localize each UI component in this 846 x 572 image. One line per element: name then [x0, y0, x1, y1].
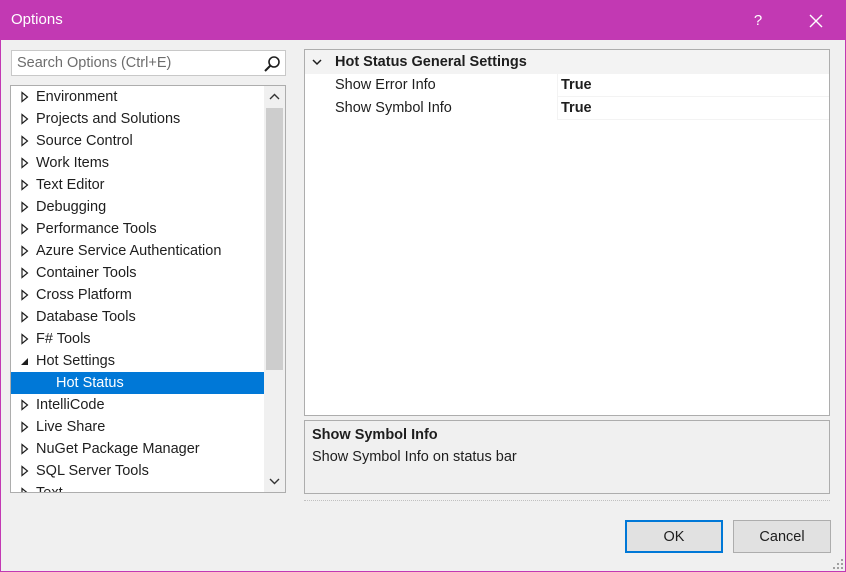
property-row-show-error-info[interactable]: Show Error Info True: [305, 74, 829, 97]
tree-item-label: Hot Settings: [36, 353, 115, 369]
tree-item-hot-status[interactable]: Hot Status: [11, 372, 264, 394]
collapsed-arrow-icon[interactable]: [19, 245, 31, 257]
property-value[interactable]: True: [557, 97, 592, 120]
collapsed-arrow-icon[interactable]: [19, 267, 31, 279]
collapsed-arrow-icon[interactable]: [19, 91, 31, 103]
tree-item-debugging[interactable]: Debugging: [11, 196, 264, 218]
tree-item-label: F# Tools: [36, 331, 91, 347]
tree-item-label: Source Control: [36, 133, 133, 149]
tree-item-label: Hot Status: [56, 375, 124, 391]
close-icon: [809, 14, 823, 27]
collapsed-arrow-icon[interactable]: [19, 179, 31, 191]
collapsed-arrow-icon[interactable]: [19, 157, 31, 169]
tree-item-label: Performance Tools: [36, 221, 157, 237]
tree-item-text[interactable]: Text: [11, 482, 264, 492]
property-name: Show Symbol Info: [305, 97, 557, 120]
divider: [304, 500, 830, 501]
description-title: Show Symbol Info: [312, 427, 438, 443]
tree-item-label: Environment: [36, 89, 118, 105]
tree-item-azure-service-authentication[interactable]: Azure Service Authentication: [11, 240, 264, 262]
tree-item-label: Text Editor: [36, 177, 105, 193]
collapsed-arrow-icon[interactable]: [19, 487, 31, 492]
collapsed-arrow-icon[interactable]: [19, 223, 31, 235]
tree-item-hot-settings[interactable]: Hot Settings: [11, 350, 264, 372]
tree-item-label: IntelliCode: [36, 397, 105, 413]
tree-item-sql-server-tools[interactable]: SQL Server Tools: [11, 460, 264, 482]
tree-item-nuget-package-manager[interactable]: NuGet Package Manager: [11, 438, 264, 460]
tree-item-live-share[interactable]: Live Share: [11, 416, 264, 438]
tree-item-label: Work Items: [36, 155, 110, 171]
expanded-arrow-icon[interactable]: [19, 355, 31, 367]
tree-item-cross-platform[interactable]: Cross Platform: [11, 284, 264, 306]
tree-item-intellicode[interactable]: IntelliCode: [11, 394, 264, 416]
collapsed-arrow-icon[interactable]: [19, 311, 31, 323]
property-grid: Hot Status General Settings Show Error I…: [304, 49, 830, 416]
search-icon[interactable]: [263, 55, 281, 73]
category-label: Hot Status General Settings: [335, 54, 527, 70]
collapsed-arrow-icon[interactable]: [19, 399, 31, 411]
tree-item-label: Live Share: [36, 419, 106, 435]
tree-item-label: Debugging: [36, 199, 107, 215]
collapsed-arrow-icon[interactable]: [19, 201, 31, 213]
tree-item-performance-tools[interactable]: Performance Tools: [11, 218, 264, 240]
tree-item-source-control[interactable]: Source Control: [11, 130, 264, 152]
collapsed-arrow-icon[interactable]: [19, 421, 31, 433]
window-title: Options: [11, 11, 63, 28]
tree-item-label: NuGet Package Manager: [36, 441, 200, 457]
tree-item-environment[interactable]: Environment: [11, 86, 264, 108]
tree-item-label: Database Tools: [36, 309, 136, 325]
collapsed-arrow-icon[interactable]: [19, 333, 31, 345]
collapse-chevron-icon[interactable]: [311, 56, 323, 68]
close-button[interactable]: [793, 1, 839, 40]
tree-item-label: Container Tools: [36, 265, 137, 281]
search-input[interactable]: [12, 51, 257, 75]
property-name: Show Error Info: [305, 74, 557, 97]
property-category[interactable]: Hot Status General Settings: [305, 50, 829, 74]
tree-item-projects-and-solutions[interactable]: Projects and Solutions: [11, 108, 264, 130]
property-row-show-symbol-info[interactable]: Show Symbol Info True: [305, 97, 829, 120]
chevron-up-icon: [269, 93, 280, 100]
tree-item-text-editor[interactable]: Text Editor: [11, 174, 264, 196]
scroll-up-button[interactable]: [264, 86, 285, 107]
tree-item-work-items[interactable]: Work Items: [11, 152, 264, 174]
resize-grip-icon[interactable]: [832, 558, 844, 570]
tree-item-label: Text: [36, 482, 63, 492]
search-box: [11, 50, 286, 76]
scroll-down-button[interactable]: [264, 471, 285, 492]
options-dialog: Options ? Environment Projects and Soluti…: [0, 0, 846, 572]
collapsed-arrow-icon[interactable]: [19, 443, 31, 455]
tree-item-label: Projects and Solutions: [36, 111, 181, 127]
tree-item-label: Azure Service Authentication: [36, 243, 222, 259]
description-text: Show Symbol Info on status bar: [312, 449, 517, 465]
ok-button[interactable]: OK: [625, 520, 723, 553]
tree-item-label: SQL Server Tools: [36, 463, 149, 479]
title-bar[interactable]: Options ?: [1, 1, 845, 40]
tree-item-database-tools[interactable]: Database Tools: [11, 306, 264, 328]
chevron-down-icon: [269, 478, 280, 485]
tree-scrollbar[interactable]: [264, 86, 285, 492]
tree-item-container-tools[interactable]: Container Tools: [11, 262, 264, 284]
collapsed-arrow-icon[interactable]: [19, 113, 31, 125]
description-panel: Show Symbol Info Show Symbol Info on sta…: [304, 420, 830, 494]
cancel-button[interactable]: Cancel: [733, 520, 831, 553]
collapsed-arrow-icon[interactable]: [19, 135, 31, 147]
help-button[interactable]: ?: [735, 1, 781, 40]
tree-items: Environment Projects and Solutions Source …: [11, 86, 264, 492]
property-value[interactable]: True: [557, 74, 592, 97]
tree-item-label: Cross Platform: [36, 287, 132, 303]
options-tree: Environment Projects and Solutions Source …: [10, 85, 286, 493]
collapsed-arrow-icon[interactable]: [19, 465, 31, 477]
tree-item-f-tools[interactable]: F# Tools: [11, 328, 264, 350]
collapsed-arrow-icon[interactable]: [19, 289, 31, 301]
scroll-thumb[interactable]: [266, 108, 283, 370]
